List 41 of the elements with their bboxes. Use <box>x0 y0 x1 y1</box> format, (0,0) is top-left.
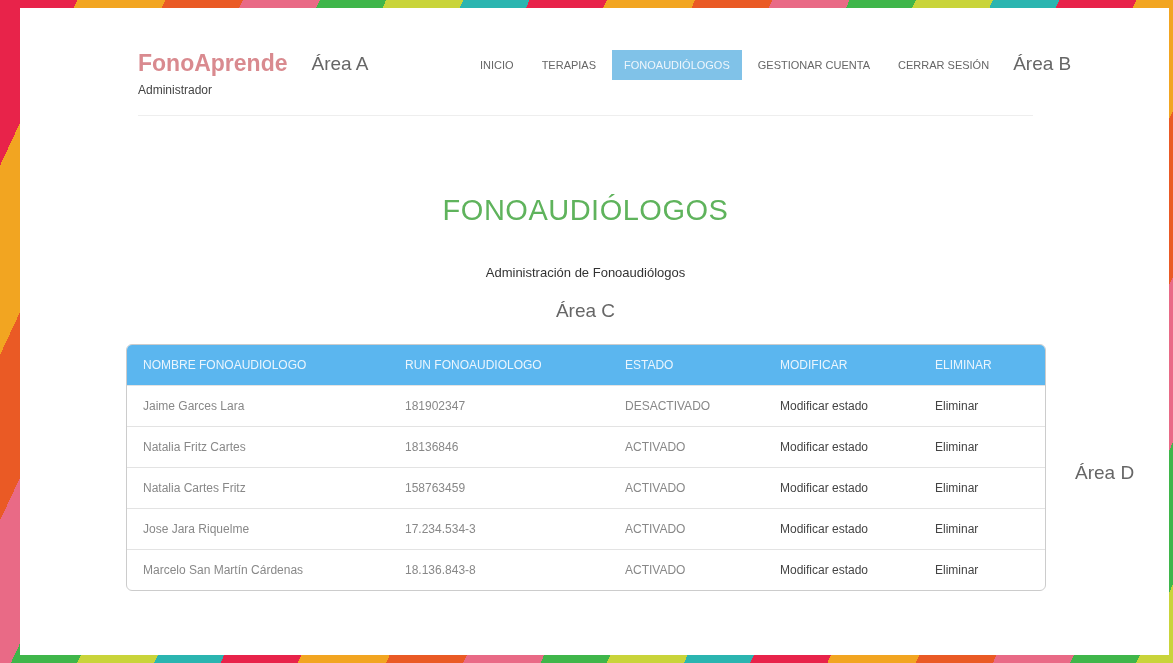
table-cell-text: 17.234.534-3 <box>404 522 477 536</box>
modify-link[interactable]: Modificar estado <box>780 563 869 577</box>
column-header: RUN FONOAUDIOLOGO <box>404 358 543 372</box>
table-cell-text: ACTIVADO <box>624 522 687 536</box>
modify-link[interactable]: Modificar estado <box>780 399 869 413</box>
table-cell-text: Natalia Fritz Cartes <box>142 440 247 454</box>
delete-link[interactable]: Eliminar <box>935 399 979 413</box>
table-cell-text: Natalia Cartes Fritz <box>142 481 247 495</box>
page-subtitle: Administración de Fonoaudiólogos <box>484 265 687 280</box>
user-role: Administrador <box>138 83 214 97</box>
table-cell-text: Jaime Garces Lara <box>142 399 246 413</box>
area-label: Área A <box>311 52 369 75</box>
table-cell-text: 181902347 <box>404 399 467 413</box>
table-cell-text: 158763459 <box>404 481 467 495</box>
table-cell-text: ACTIVADO <box>624 563 687 577</box>
table-cell-text: DESACTIVADO <box>624 399 712 413</box>
nav-link[interactable]: TERAPIAS <box>529 50 609 80</box>
column-header: NOMBRE FONOAUDIOLOGO <box>142 358 308 372</box>
modify-link[interactable]: Modificar estado <box>780 440 869 454</box>
modify-link[interactable]: Modificar estado <box>780 481 869 495</box>
nav-link[interactable]: GESTIONAR CUENTA <box>745 50 883 80</box>
table-cell-text: Jose Jara Riquelme <box>142 522 251 536</box>
page-title: FONOAUDIÓLOGOS <box>441 194 730 227</box>
area-label: Área D <box>1075 461 1135 484</box>
modify-link[interactable]: Modificar estado <box>780 522 869 536</box>
table-cell-text: 18.136.843-8 <box>404 563 477 577</box>
area-label: Área C <box>554 300 617 322</box>
nav-link[interactable]: CERRAR SESIÓN <box>886 50 1002 80</box>
column-header: MODIFICAR <box>779 358 849 372</box>
table-cell-text: ACTIVADO <box>624 481 687 495</box>
area-label: Área B <box>1013 53 1072 75</box>
table-cell-text: ACTIVADO <box>624 440 687 454</box>
delete-link[interactable]: Eliminar <box>935 440 979 454</box>
delete-link[interactable]: Eliminar <box>935 563 979 577</box>
table-cell-text: 18136846 <box>404 440 460 454</box>
delete-link[interactable]: Eliminar <box>935 522 979 536</box>
column-header: ESTADO <box>624 358 675 372</box>
column-header: ELIMINAR <box>934 358 993 372</box>
delete-link[interactable]: Eliminar <box>935 481 979 495</box>
table-cell-text: Marcelo San Martín Cárdenas <box>142 563 305 577</box>
nav-link[interactable]: INICIO <box>468 50 526 80</box>
